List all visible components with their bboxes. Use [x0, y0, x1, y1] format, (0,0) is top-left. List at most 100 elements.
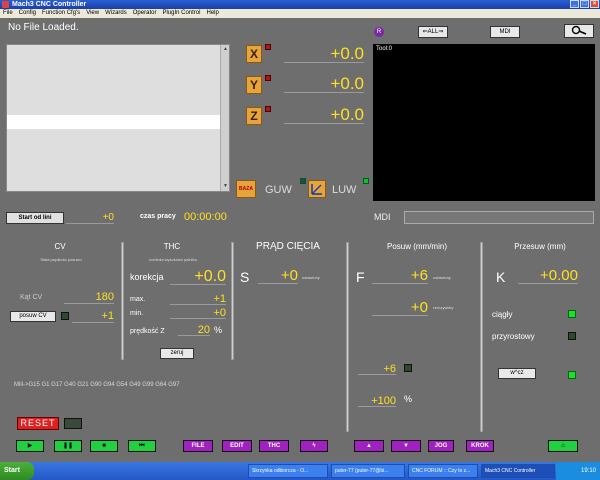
feed-override-unit: %	[404, 394, 413, 404]
divider-cv-thc	[121, 242, 124, 360]
task-mach3[interactable]: Mach3 CNC Controller	[481, 464, 555, 478]
gcode-listing[interactable]: ▲ ▼	[6, 44, 230, 192]
task-mail[interactable]: Skrzynka odbiorcza - O...	[248, 464, 328, 478]
menu-operator[interactable]: Operator	[133, 9, 157, 18]
axis-z-button[interactable]: Z	[246, 107, 262, 125]
zoom-button[interactable]	[564, 24, 594, 38]
rewind-button[interactable]: ⏮	[128, 440, 156, 452]
file-button[interactable]: FILE	[183, 440, 213, 452]
jog-button[interactable]: JOG	[428, 440, 454, 452]
ref-all-button[interactable]: ⇐ALL⇒	[418, 26, 448, 38]
jog-continuous-led	[568, 310, 576, 318]
start-line-value[interactable]: +0	[66, 212, 114, 224]
jog-toggle-button[interactable]: w^cz	[498, 368, 536, 379]
axis-x-dro[interactable]: +0.0	[284, 45, 364, 63]
ref-all-indicator[interactable]: R	[374, 27, 384, 37]
arrow-down-icon: ▼	[403, 443, 409, 449]
task-chat[interactable]: puter-77 (puter-77@bi...	[331, 464, 405, 478]
current-value[interactable]: +0	[258, 268, 298, 284]
start-button[interactable]: Start	[0, 462, 34, 480]
cv-led	[61, 312, 69, 320]
thc-speed-label: prędkość Z	[130, 328, 165, 335]
menu-plugin-control[interactable]: PlugIn Control	[162, 9, 200, 18]
feed-led	[404, 364, 412, 372]
feed-set-value[interactable]: +6	[372, 268, 428, 284]
guw-led	[300, 178, 306, 184]
thc-max-label: max.	[130, 296, 146, 303]
reset-button[interactable]: RESET	[17, 417, 59, 430]
feed-hold-button[interactable]: ❚❚	[54, 440, 82, 452]
jog-step-value[interactable]: +0.00	[518, 268, 578, 284]
work-time-label: czas pracy	[140, 213, 176, 220]
clock: 19:10	[580, 468, 596, 474]
scroll-up-icon[interactable]: ▲	[222, 46, 229, 53]
minimize-button[interactable]: _	[570, 0, 579, 8]
jog-continuous-label: ciągły	[492, 310, 513, 319]
thc-title: THC	[163, 242, 181, 251]
close-button[interactable]: ×	[590, 0, 599, 8]
gcode-scrollbar[interactable]: ▲ ▼	[220, 45, 229, 191]
feed-actual-label: rzeczywisty	[433, 305, 454, 310]
system-tray: 19:10	[556, 462, 600, 480]
jog-down-button[interactable]: ▼	[391, 440, 421, 452]
thc-korekcja-value[interactable]: +0.0	[170, 268, 226, 285]
thc-max-value[interactable]: +1	[170, 293, 226, 305]
divider-current-feed	[346, 242, 349, 432]
tool-number: Tool:0	[376, 46, 393, 52]
thc-zero-button[interactable]: zeruj	[160, 348, 194, 359]
scroll-down-icon[interactable]: ▼	[222, 183, 229, 190]
feed-set-label: ustawiony	[433, 275, 451, 280]
task-forum[interactable]: CNC FORUM :: Czy to z...	[408, 464, 478, 478]
cv-angle-value[interactable]: 180	[64, 291, 114, 304]
feed-override-value[interactable]: +100	[358, 395, 396, 407]
reset-led	[64, 418, 82, 429]
plasma-button[interactable]: ϟ	[300, 440, 328, 452]
menu-function-cfgs[interactable]: Function Cfg's	[42, 9, 80, 18]
home-button[interactable]: ⌂	[548, 440, 578, 452]
mdi-input[interactable]	[404, 211, 594, 224]
start-from-line-button[interactable]: Start od lini	[6, 212, 64, 224]
jog-incremental-label: przyrostowy	[492, 332, 535, 341]
guw-label: GUW	[265, 184, 292, 196]
axis-z-dro[interactable]: +0.0	[284, 106, 364, 124]
edit-button[interactable]: EDIT	[222, 440, 252, 452]
rewind-icon: ⏮	[139, 443, 145, 449]
jog-up-button[interactable]: ▲	[354, 440, 384, 452]
thc-speed-value[interactable]: 20	[178, 324, 210, 336]
menu-bar: File Config Function Cfg's View Wizards …	[0, 9, 600, 18]
work-time-value: 00:00:00	[184, 211, 227, 223]
stop-button[interactable]: ■	[90, 440, 118, 452]
baza-button[interactable]: BAZA	[236, 180, 256, 198]
menu-help[interactable]: Help	[206, 9, 218, 18]
title-bar: Mach3 CNC Controller _ □ ×	[0, 0, 600, 9]
toolpath-display[interactable]: Tool:0	[373, 44, 595, 201]
divider-feed-jog	[480, 242, 483, 432]
cycle-start-button[interactable]: ▶	[16, 440, 44, 452]
taskbar: Start Skrzynka odbiorcza - O... puter-77…	[0, 462, 600, 480]
arrow-up-icon: ▲	[366, 443, 372, 449]
thc-korekcja-label: korekcja	[130, 272, 164, 282]
axis-y-button[interactable]: Y	[246, 76, 262, 94]
app-icon	[2, 1, 9, 8]
menu-wizards[interactable]: Wizards	[105, 9, 127, 18]
maximize-button[interactable]: □	[580, 0, 589, 8]
thc-speed-unit: %	[214, 325, 223, 335]
jog-incremental-led	[568, 332, 576, 340]
cv-value[interactable]: +1	[72, 310, 114, 323]
thc-button[interactable]: THC	[259, 440, 289, 452]
axis-y-dro[interactable]: +0.0	[284, 75, 364, 93]
mdi-tab-button[interactable]: MDI	[490, 26, 520, 38]
luw-button[interactable]	[308, 180, 326, 198]
axis-x-button[interactable]: X	[246, 45, 262, 63]
cv-feed-button[interactable]: posuw CV	[10, 311, 56, 322]
menu-file[interactable]: File	[3, 9, 13, 18]
jog-letter: K	[496, 269, 506, 285]
step-button[interactable]: KROK	[466, 440, 494, 452]
feed-value-3[interactable]: +6	[358, 363, 396, 375]
thc-min-value[interactable]: +0	[170, 307, 226, 319]
home-icon: ⌂	[561, 443, 565, 449]
menu-view[interactable]: View	[86, 9, 99, 18]
feed-actual-value: +0	[372, 300, 428, 316]
menu-config[interactable]: Config	[19, 9, 36, 18]
current-line-highlight	[7, 115, 221, 129]
